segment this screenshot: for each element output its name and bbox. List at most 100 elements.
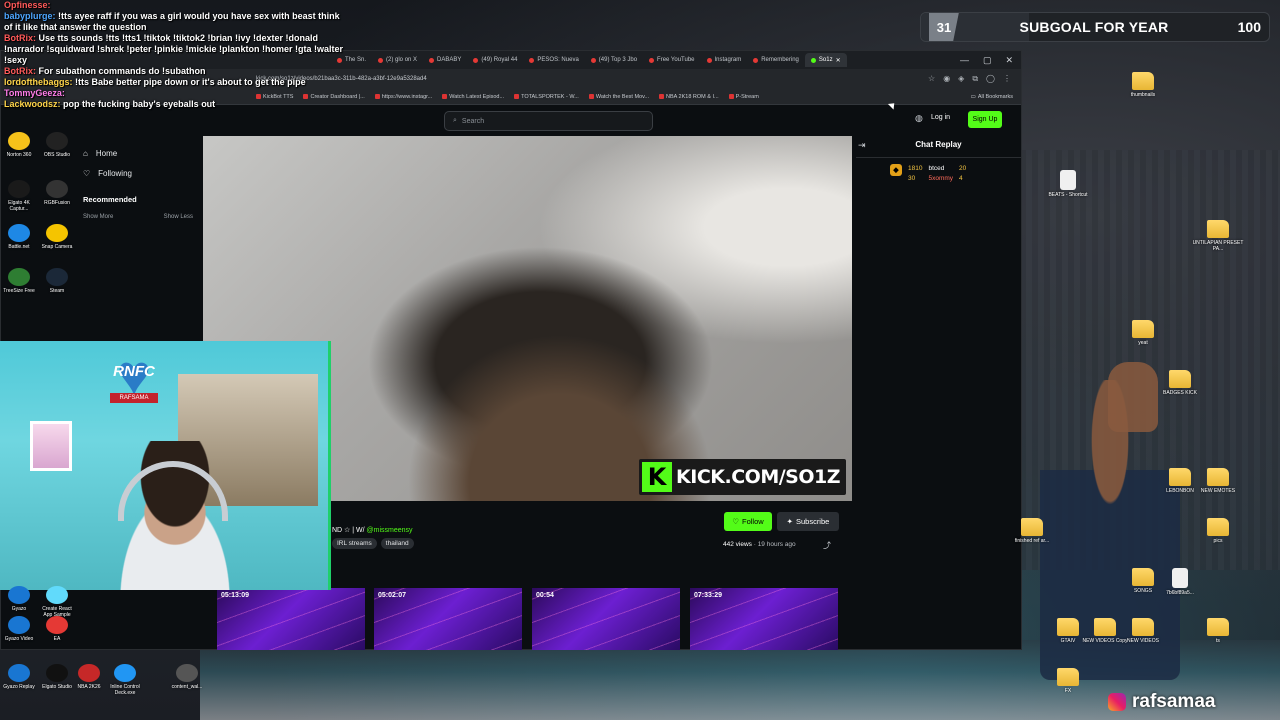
close-icon[interactable]: ✕ [1005, 55, 1013, 66]
tab-label: The Sn. [345, 57, 367, 63]
tag-chip[interactable]: IRL streams [332, 538, 377, 549]
show-less-button[interactable]: Show Less [164, 214, 193, 220]
all-bookmarks[interactable]: ▭ All Bookmarks [971, 94, 1021, 100]
subscribe-button[interactable]: ✦ Subscribe [777, 512, 839, 531]
tab[interactable]: Free YouTube [643, 53, 700, 67]
signup-button[interactable]: Sign Up [968, 111, 1002, 128]
webcam-overlay: ♥ RNFC RAFSAMA [0, 341, 331, 590]
desktop-folder[interactable]: pics [1190, 518, 1246, 544]
sidebar-item-home[interactable]: ⌂ Home [77, 143, 197, 163]
globe-icon[interactable]: ◍ [915, 113, 923, 124]
bookmark[interactable]: https://www.instagr... [374, 94, 432, 100]
folder-icon [1132, 568, 1154, 586]
stream-title-mention[interactable]: @missmeensy [367, 527, 413, 534]
desktop-folder[interactable]: NEW VIDEOS [1115, 618, 1171, 644]
chat-message: Lackwoodsz: pop the fucking baby's eyeba… [4, 99, 344, 110]
chat-text: For subathon commands do !subathon [36, 66, 206, 76]
maximize-icon[interactable]: ▢ [983, 55, 992, 66]
bookmark[interactable]: NBA 2K18 ROM & I... [659, 94, 719, 100]
subgoal-title: SUBGOAL FOR YEAR [1019, 19, 1169, 35]
desktop-item-label: BADGES KICK [1163, 390, 1197, 396]
desktop-shortcut[interactable]: Norton 360 [0, 132, 38, 158]
menu-icon[interactable]: ⋮ [1003, 74, 1011, 84]
stat-user: 5xommy [928, 175, 954, 182]
tab-favicon-icon [753, 57, 759, 63]
tab[interactable]: Remembering [747, 53, 805, 67]
time-ago: 19 hours ago [757, 541, 796, 548]
tab-active[interactable]: So1z ✕ [804, 53, 847, 67]
minimize-icon[interactable]: — [960, 55, 969, 66]
vod-thumbnail[interactable]: 00:54 [532, 588, 680, 650]
vod-thumbnail[interactable]: 07:33:29 [690, 588, 838, 650]
star-icon[interactable]: ☆ [928, 74, 935, 84]
vod-duration: 05:02:07 [378, 592, 407, 599]
puzzle-icon[interactable]: ⧉ [972, 74, 978, 84]
desktop-shortcut[interactable]: content_wal... [168, 664, 206, 690]
bookmark[interactable]: P-Stream [728, 94, 759, 100]
vod-thumbnail[interactable]: 05:13:09 [217, 588, 365, 650]
kick-header: ⌕ Search ◍ Log in Sign Up [1, 106, 1021, 136]
bookmark[interactable]: Watch Latest Episod... [442, 94, 504, 100]
desktop-folder[interactable]: UNTILAPIAN PRESET PA... [1190, 220, 1246, 252]
desktop-shortcut[interactable]: Snap Camera [38, 224, 76, 250]
extension-icon[interactable]: ◈ [958, 74, 964, 84]
desktop-folder[interactable]: yeat [1115, 320, 1171, 346]
desktop-folder[interactable]: BADGES KICK [1152, 370, 1208, 396]
desktop-folder[interactable]: FX [1040, 668, 1096, 694]
desktop-shortcut[interactable]: Elgato 4K Captur... [0, 180, 38, 212]
extension-icon[interactable]: ◉ [943, 74, 950, 84]
tab[interactable]: Instagram [701, 53, 748, 67]
tab-label: So1z [818, 57, 833, 63]
desktop-shortcut[interactable]: Gyazo Video [0, 616, 38, 642]
desktop-shortcut[interactable]: Gyazo Replay [0, 664, 38, 690]
tag-chip[interactable]: thailand [380, 538, 414, 549]
desktop-shortcut[interactable]: TreeSize Free [0, 268, 38, 294]
tab[interactable]: (2) glo on X [372, 53, 423, 67]
app-icon [114, 664, 136, 682]
desktop-shortcut[interactable]: Steam [38, 268, 76, 294]
desktop-shortcut[interactable]: EA [38, 616, 76, 642]
desktop-shortcut-label: Inline Control Deck.exe [110, 684, 140, 696]
desktop-folder[interactable]: ts [1190, 618, 1246, 644]
sidebar-item-label: Home [95, 148, 118, 158]
login-button[interactable]: Log in [931, 114, 950, 121]
desktop-shortcut[interactable]: Battle.net [0, 224, 38, 250]
tab[interactable]: (49) Royal 44 [467, 53, 523, 67]
coin-icon: ◆ [890, 164, 902, 176]
desktop-folder[interactable]: NEW EMOTES [1190, 468, 1246, 494]
desktop-item-label: NEW EMOTES [1200, 488, 1236, 494]
app-icon [8, 224, 30, 242]
vod-thumbnail[interactable]: 05:02:07 [374, 588, 522, 650]
tab[interactable]: (49) Top 3 Jbo [585, 53, 643, 67]
vod-duration: 07:33:29 [694, 592, 723, 599]
tab-close-icon[interactable]: ✕ [836, 57, 841, 64]
share-icon[interactable]: ⤴ [823, 540, 831, 551]
bookmark-label: NBA 2K18 ROM & I... [666, 93, 719, 100]
webcam-badge: RAFSAMA [110, 393, 158, 403]
sidebar-item-following[interactable]: ♡ Following [77, 163, 197, 183]
chat-username: BotRix: [4, 66, 36, 76]
folder-icon [1132, 72, 1154, 90]
bookmark[interactable]: TOTALSPORTEK - W... [514, 94, 579, 100]
desktop-shortcut-label: Snap Camera [41, 244, 73, 250]
tab[interactable]: PESOS: Nueva [523, 53, 584, 67]
profile-icon[interactable]: ◯ [986, 74, 995, 84]
desktop-shortcut[interactable]: OBS Studio [38, 132, 76, 158]
tab[interactable]: DABABY [423, 53, 467, 67]
chat-text: Use tts sounds !tts !tts1 !tiktok !tikto… [4, 33, 344, 65]
bookmark[interactable]: Watch the Best Mov... [588, 94, 649, 100]
desktop-file[interactable]: BEATS - Shortcut [1040, 170, 1096, 198]
desktop-file[interactable]: 7b6bf89a5... [1152, 568, 1208, 596]
desktop-shortcut[interactable]: Inline Control Deck.exe [106, 664, 144, 696]
desktop-folder[interactable]: thumbnails [1115, 72, 1171, 98]
desktop-folder[interactable]: finished ref ar... [1004, 518, 1060, 544]
desktop-shortcut[interactable]: Gyazo [0, 586, 38, 612]
desktop-shortcut[interactable]: NBA 2K26 [70, 664, 108, 690]
search-input[interactable]: ⌕ Search [444, 111, 653, 131]
desktop-shortcut[interactable]: Create React App Sample [38, 586, 76, 618]
chat-message: Opfinesse: [4, 0, 344, 11]
desktop-shortcut[interactable]: RGBFusion [38, 180, 76, 206]
folder-icon [1169, 468, 1191, 486]
show-more-button[interactable]: Show More [83, 214, 113, 220]
follow-button[interactable]: ♡ Follow [724, 512, 772, 531]
